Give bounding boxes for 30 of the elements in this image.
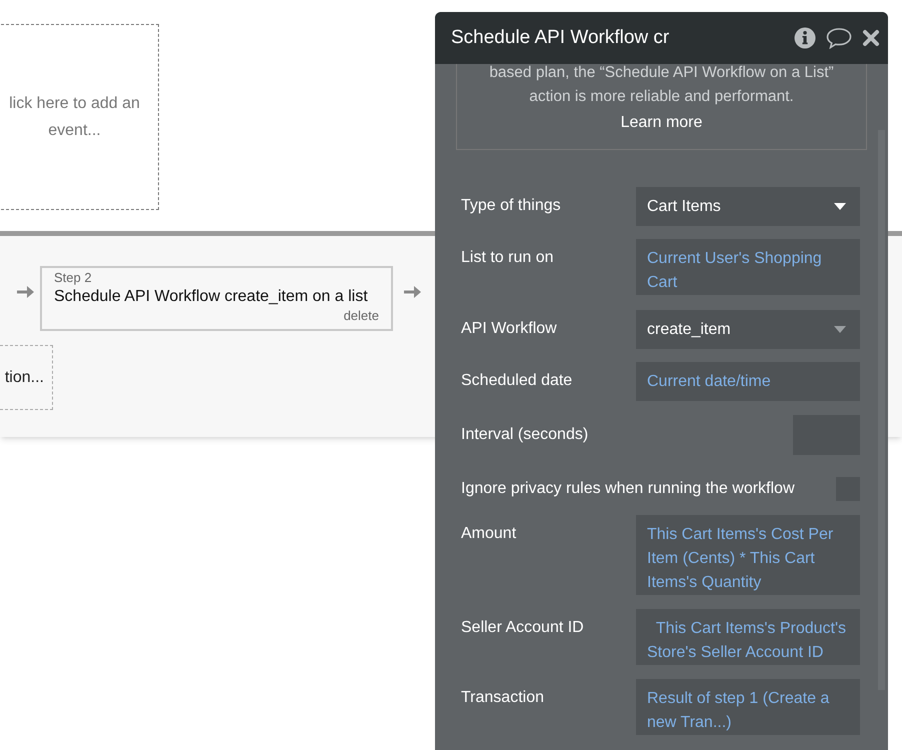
step-card[interactable]: Step 2 Schedule API Workflow create_item on a list delete: [40, 266, 393, 331]
field-label: Seller Account ID: [461, 618, 585, 638]
comment-icon[interactable]: [826, 27, 852, 49]
delete-link[interactable]: delete: [344, 308, 379, 324]
close-icon[interactable]: [862, 29, 880, 47]
learn-more-link[interactable]: Learn more: [620, 111, 702, 135]
caret-icon: [834, 203, 846, 210]
step-number: Step 2: [54, 269, 92, 286]
action-placeholder[interactable]: tion...: [0, 345, 53, 410]
expression-field[interactable]: This Cart Items's Cost Per Item (Cents) * This Cart Items's Quantity: [636, 515, 860, 595]
caret-icon: [834, 326, 846, 333]
step-title: Schedule API Workflow create_item on a list: [54, 287, 368, 307]
expression-field[interactable]: Result of step 1 (Create a new Tran...): [636, 679, 860, 735]
field-label: API Workflow: [461, 319, 558, 339]
dropdown[interactable]: create_item: [636, 310, 860, 349]
expression-field[interactable]: Current User's Shopping Cart: [636, 239, 860, 295]
notice-text: based plan, the “Schedule API Workflow on a List” action is more reliable and performant.: [488, 63, 835, 107]
panel-title: Schedule API Workflow cr: [451, 26, 670, 50]
field-label: Transaction: [461, 688, 545, 708]
field-label: Interval (seconds): [461, 425, 590, 445]
event-placeholder[interactable]: lick here to add an event...: [0, 24, 159, 210]
field-label: Scheduled date: [461, 371, 574, 391]
field-label: List to run on: [461, 248, 554, 268]
expression-field[interactable]: Current date/time: [636, 362, 860, 401]
field-label: Amount: [461, 524, 518, 544]
field-label: Ignore privacy rules when running the workflow: [461, 479, 796, 499]
info-icon[interactable]: [794, 27, 816, 49]
expression-field[interactable]: This Cart Items's Product's Store's Seller Account ID: [636, 609, 860, 665]
dropdown[interactable]: Cart Items: [636, 187, 860, 226]
field-label: Type of things: [461, 196, 562, 216]
